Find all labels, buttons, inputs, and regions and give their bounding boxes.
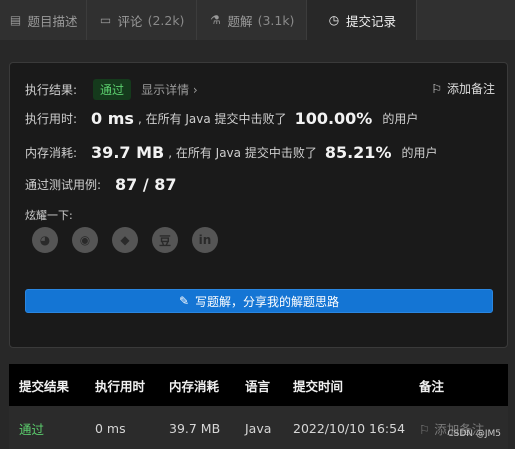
share-label: 炫耀一下:: [25, 209, 73, 222]
tab-label: 题解: [227, 13, 253, 29]
testcases-label: 通过测试用例:: [25, 178, 102, 192]
runtime-percent: 100.00%: [294, 109, 373, 128]
status-badge: 通过: [93, 79, 132, 100]
memory-label: 内存消耗:: [25, 146, 78, 160]
comment-icon: ▭: [99, 13, 112, 27]
row-language: Java: [245, 420, 272, 436]
memory-value: 39.7 MB: [91, 143, 165, 162]
submissions-table: 提交结果 执行用时 内存消耗 语言 提交时间 备注 通过 0 ms 39.7 M…: [9, 364, 508, 449]
result-label: 执行结果:: [25, 83, 78, 97]
tab-label: 提交记录: [345, 13, 396, 29]
memory-suffix: 的用户: [401, 146, 438, 160]
wechat-icon[interactable]: ◕: [32, 227, 58, 253]
douban-icon[interactable]: 豆: [152, 227, 178, 253]
add-note-button[interactable]: ⚐ 添加备注: [431, 80, 495, 97]
watermark: CSDN @JM5: [447, 429, 501, 439]
testcases-row: 通过测试用例: 87 / 87: [25, 175, 177, 194]
header-memory: 内存消耗: [169, 378, 220, 394]
runtime-mid: , 在所有 Java 提交中击败了: [137, 112, 287, 126]
row-memory: 39.7 MB: [169, 420, 221, 436]
runtime-suffix: 的用户: [382, 112, 419, 126]
tab-solutions[interactable]: ⚗ 题解 (3.1k): [197, 0, 307, 40]
row-result[interactable]: 通过: [9, 419, 84, 438]
flag-icon: ⚐: [419, 421, 431, 437]
row-runtime: 0 ms: [95, 420, 126, 436]
tab-count: (2.2k): [147, 12, 185, 28]
testcases-value: 87 / 87: [115, 175, 177, 194]
header-time: 提交时间: [293, 378, 344, 394]
tab-label: 评论: [117, 13, 143, 29]
weibo-icon[interactable]: ◉: [72, 227, 98, 253]
tab-submissions[interactable]: ◷ 提交记录: [307, 0, 417, 40]
document-icon: ▤: [9, 13, 22, 27]
table-row[interactable]: 通过 0 ms 39.7 MB Java 2022/10/10 16:54 ⚐ …: [9, 406, 508, 449]
runtime-label: 执行用时:: [25, 112, 78, 126]
qq-icon[interactable]: ◆: [112, 227, 138, 253]
header-note: 备注: [419, 378, 445, 394]
header-result: 提交结果: [19, 378, 70, 394]
write-solution-button[interactable]: ✎ 写题解，分享我的解题思路: [25, 289, 493, 313]
header-runtime: 执行用时: [95, 378, 146, 394]
flag-icon: ⚐: [431, 81, 442, 96]
tab-description[interactable]: ▤ 题目描述: [0, 0, 87, 40]
tab-bar: ▤ 题目描述 ▭ 评论 (2.2k) ⚗ 题解 (3.1k) ◷ 提交记录: [0, 0, 515, 40]
runtime-row: 执行用时: 0 ms , 在所有 Java 提交中击败了 100.00% 的用户: [25, 109, 418, 128]
memory-mid: , 在所有 Java 提交中击败了: [168, 146, 317, 160]
clock-icon: ◷: [328, 13, 340, 27]
result-row: 执行结果: 通过 显示详情 ›: [25, 79, 198, 100]
result-panel: 执行结果: 通过 显示详情 › ⚐ 添加备注 执行用时: 0 ms , 在所有 …: [9, 62, 508, 348]
tab-count: (3.1k): [257, 12, 295, 28]
flask-icon: ⚗: [210, 13, 221, 27]
write-solution-label: 写题解，分享我的解题思路: [195, 294, 340, 309]
memory-percent: 85.21%: [324, 143, 392, 162]
runtime-value: 0 ms: [91, 109, 134, 128]
share-row: 炫耀一下:: [25, 207, 73, 223]
add-note-label: 添加备注: [446, 82, 495, 96]
tab-label: 题目描述: [27, 13, 78, 29]
header-language: 语言: [245, 378, 271, 394]
linkedin-icon[interactable]: in: [192, 227, 218, 253]
pencil-icon: ✎: [178, 294, 190, 308]
share-icons: ◕ ◉ ◆ 豆 in: [32, 227, 218, 253]
row-time: 2022/10/10 16:54: [293, 420, 406, 436]
show-detail-link[interactable]: 显示详情 ›: [141, 81, 198, 98]
tab-comments[interactable]: ▭ 评论 (2.2k): [87, 0, 197, 40]
table-header: 提交结果 执行用时 内存消耗 语言 提交时间 备注: [9, 364, 508, 406]
memory-row: 内存消耗: 39.7 MB , 在所有 Java 提交中击败了 85.21% 的…: [25, 143, 437, 162]
